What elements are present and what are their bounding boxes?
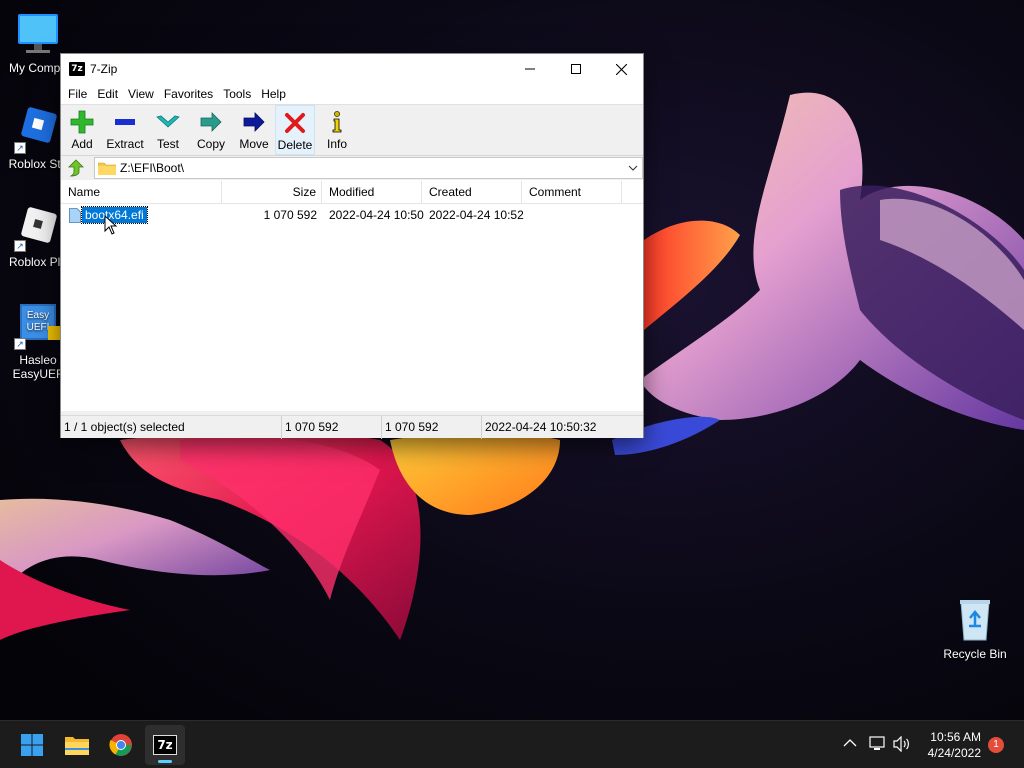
toolbar: Add Extract Test Copy Move Delete Info — [61, 104, 643, 156]
add-label: Add — [71, 137, 93, 151]
status-bar: 1 / 1 object(s) selected 1 070 592 1 070… — [61, 415, 644, 439]
volume-icon[interactable] — [893, 736, 911, 752]
desktop-icon-recycle-bin[interactable]: Recycle Bin — [937, 596, 1013, 661]
roblox-studio-icon: ↗ — [14, 106, 62, 154]
menu-edit[interactable]: Edit — [92, 84, 123, 104]
info-button[interactable]: Info — [315, 105, 359, 155]
menu-bar: File Edit View Favorites Tools Help — [61, 84, 643, 104]
network-icon[interactable] — [869, 736, 887, 752]
folder-icon — [65, 737, 89, 755]
maximize-button[interactable] — [553, 54, 599, 84]
file-modified: 2022-04-24 10:50 — [329, 208, 424, 222]
status-packed-size: 1 070 592 — [381, 416, 481, 439]
info-label: Info — [326, 137, 347, 151]
path-input[interactable]: Z:\EFI\Boot\ — [94, 157, 643, 179]
status-datetime: 2022-04-24 10:50:32 — [481, 416, 644, 439]
move-arrow-icon — [243, 112, 265, 132]
menu-view[interactable]: View — [123, 84, 159, 104]
column-header-size[interactable]: Size — [222, 181, 322, 204]
column-header-comment[interactable]: Comment — [522, 181, 622, 204]
window-title: 7-Zip — [90, 62, 118, 76]
menu-favorites[interactable]: Favorites — [159, 84, 218, 104]
minimize-button[interactable] — [507, 54, 553, 84]
monitor-icon — [14, 10, 62, 58]
delete-x-icon — [285, 113, 305, 133]
delete-button[interactable]: Delete — [275, 105, 315, 155]
checkmark-icon — [156, 115, 180, 128]
file-icon — [69, 208, 81, 223]
list-header: Name Size Modified Created Comment — [61, 181, 643, 204]
status-selection: 1 / 1 object(s) selected — [64, 420, 185, 434]
up-arrow-icon — [68, 159, 84, 177]
menu-tools[interactable]: Tools — [218, 84, 256, 104]
clock[interactable]: 10:56 AM 4/24/2022 — [928, 729, 981, 761]
folder-icon — [98, 162, 116, 175]
7zip-window: 7z 7-Zip File Edit View Favorites Tools … — [60, 53, 644, 439]
shortcut-arrow-icon: ↗ — [14, 240, 26, 252]
copy-arrow-icon — [200, 112, 222, 132]
column-header-name[interactable]: Name — [61, 181, 222, 204]
7zip-taskbar-icon: 7z — [153, 735, 177, 755]
chevron-down-icon[interactable] — [628, 162, 638, 174]
test-label: Test — [156, 137, 179, 151]
info-icon — [332, 111, 342, 133]
copy-button[interactable]: Copy — [187, 105, 235, 155]
address-bar: Z:\EFI\Boot\ — [61, 156, 643, 180]
taskbar-file-explorer[interactable] — [57, 725, 97, 765]
easyuefi-icon-text-line1: Easy — [27, 310, 49, 321]
shortcut-arrow-icon: ↗ — [14, 338, 26, 350]
maximize-icon — [571, 64, 581, 74]
menu-file[interactable]: File — [63, 84, 92, 104]
roblox-player-icon: ↗ — [14, 204, 62, 252]
clock-time: 10:56 AM — [930, 730, 981, 744]
easyuefi-icon-text-line2: UEFI — [27, 322, 50, 333]
menu-help[interactable]: Help — [256, 84, 291, 104]
close-icon — [615, 63, 627, 75]
minus-icon — [115, 119, 135, 125]
notification-badge[interactable]: 1 — [988, 737, 1004, 753]
taskbar: 7z 10:56 AM 4/24/2022 1 — [0, 720, 1024, 768]
status-size: 1 070 592 — [281, 416, 381, 439]
chevron-up-icon[interactable] — [843, 738, 857, 748]
chrome-icon — [109, 734, 132, 756]
desktop-icon-label: Recycle Bin — [943, 647, 1007, 661]
move-button[interactable]: Move — [235, 105, 273, 155]
mouse-cursor-icon — [104, 215, 118, 235]
file-list[interactable]: Name Size Modified Created Comment bootx… — [61, 181, 643, 411]
taskbar-chrome[interactable] — [101, 725, 141, 765]
column-header-created[interactable]: Created — [422, 181, 522, 204]
test-button[interactable]: Test — [149, 105, 187, 155]
copy-label: Copy — [196, 137, 225, 151]
window-titlebar[interactable]: 7z 7-Zip — [61, 54, 643, 84]
clock-date: 4/24/2022 — [927, 746, 981, 760]
minimize-icon — [525, 68, 535, 70]
delete-label: Delete — [277, 138, 313, 152]
add-button[interactable]: Add — [63, 105, 101, 155]
easyuefi-icon: Easy UEFI ↗ — [14, 302, 62, 350]
column-header-modified[interactable]: Modified — [322, 181, 422, 204]
active-indicator — [158, 760, 172, 763]
taskbar-7zip[interactable]: 7z — [145, 725, 185, 765]
close-button[interactable] — [598, 54, 644, 84]
plus-icon — [70, 110, 94, 134]
recycle-bin-icon — [951, 596, 999, 644]
file-size: 1 070 592 — [263, 208, 317, 222]
up-folder-button[interactable] — [64, 157, 88, 179]
windows-logo-icon — [21, 734, 43, 756]
start-button[interactable] — [12, 725, 52, 765]
move-label: Move — [239, 137, 269, 151]
extract-button[interactable]: Extract — [101, 105, 149, 155]
extract-label: Extract — [106, 137, 144, 151]
shortcut-arrow-icon: ↗ — [14, 142, 26, 154]
path-text: Z:\EFI\Boot\ — [120, 161, 185, 175]
7zip-app-icon: 7z — [69, 62, 85, 76]
file-row[interactable]: bootx64.efi 1 070 592 2022-04-24 10:50 2… — [61, 206, 643, 224]
file-created: 2022-04-24 10:52 — [429, 208, 524, 222]
